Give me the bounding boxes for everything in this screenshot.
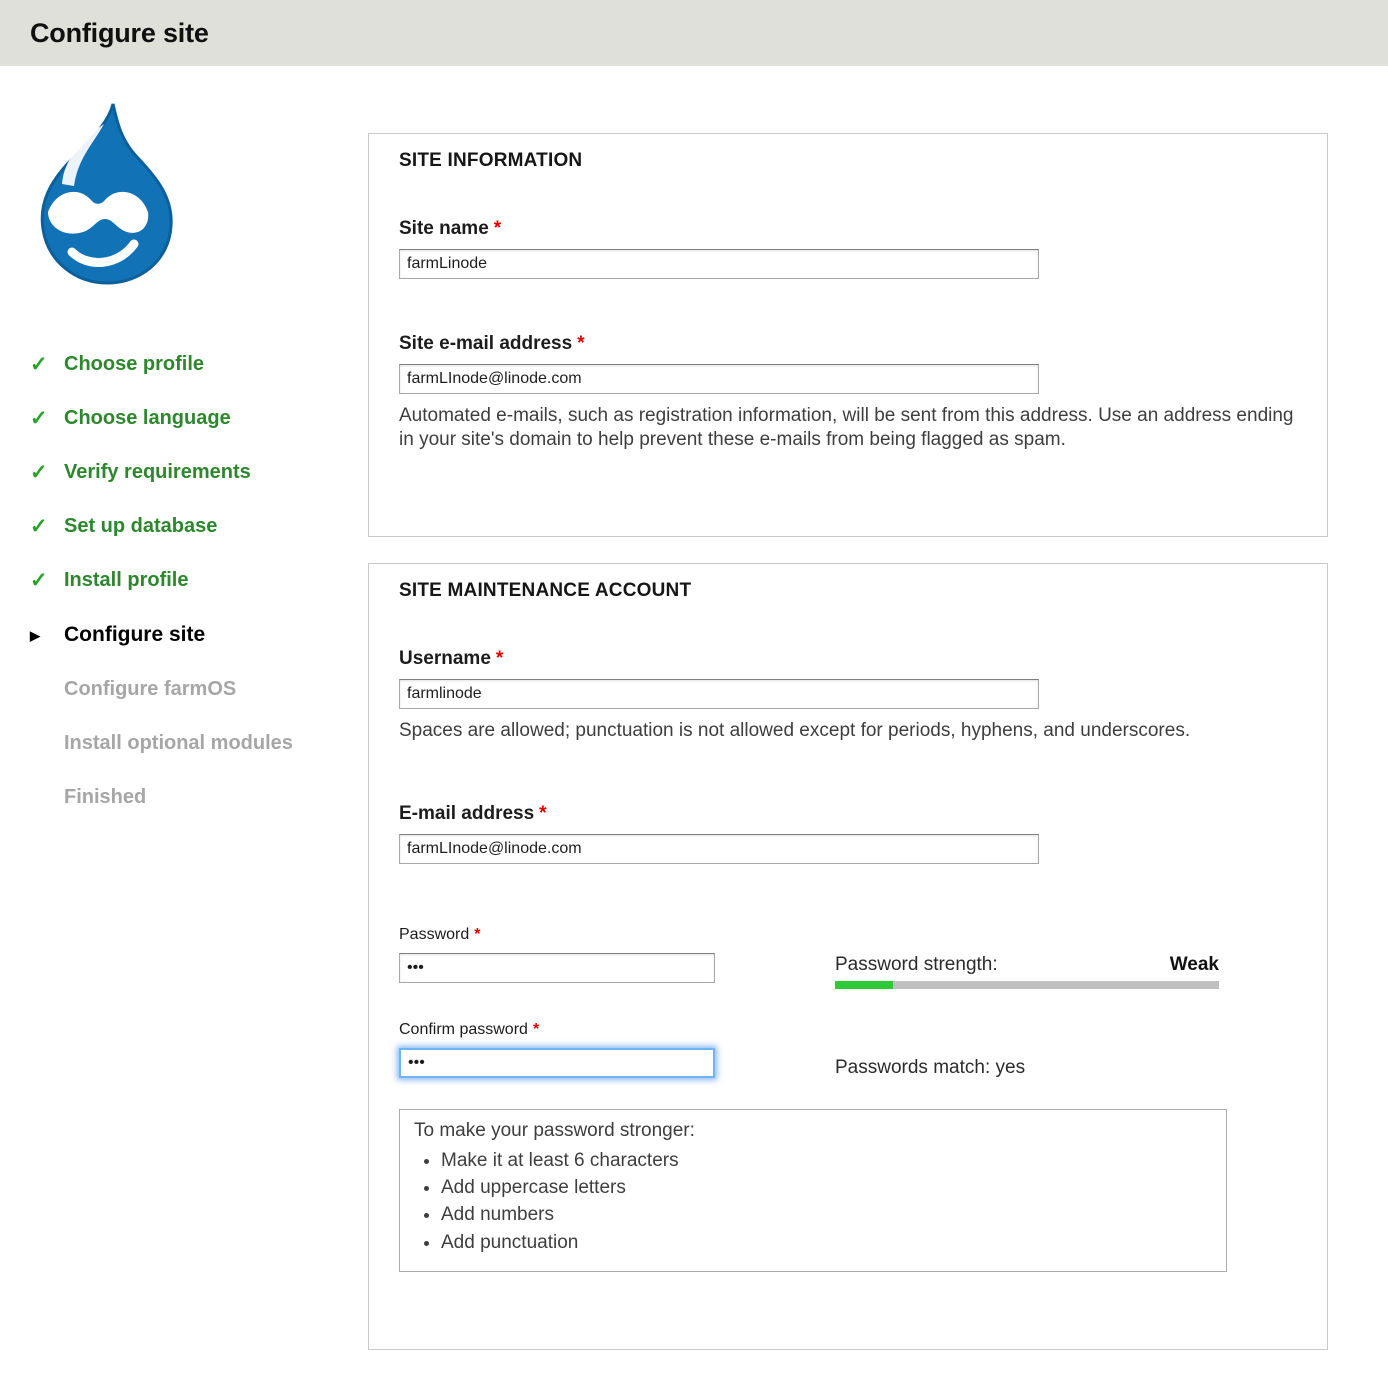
account-email-label: E-mail address* xyxy=(399,803,1297,825)
maintenance-account-heading: SITE MAINTENANCE ACCOUNT xyxy=(399,580,1297,602)
sidebar-item-set-up-database: ✓Set up database xyxy=(30,515,368,538)
password-field: Password* xyxy=(399,926,835,989)
sidebar-item-configure-farmos: Configure farmOS xyxy=(30,678,368,701)
install-sidebar: ✓Choose profile✓Choose language✓Verify r… xyxy=(0,66,368,1382)
password-strength-value: Weak xyxy=(1170,954,1219,976)
username-label: Username* xyxy=(399,648,1297,670)
site-name-field: Site name* xyxy=(399,218,1297,279)
required-asterisk: * xyxy=(539,803,546,824)
confirm-password-label: Confirm password* xyxy=(399,1021,539,1038)
sidebar-item-label: Configure site xyxy=(64,623,205,647)
username-description: Spaces are allowed; punctuation is not a… xyxy=(399,719,1297,743)
password-row: Password* Password strength: Weak xyxy=(399,926,1297,989)
sidebar-item-label: Install profile xyxy=(64,569,188,592)
sidebar-item-install-profile: ✓Install profile xyxy=(30,569,368,592)
passwords-match-indicator: Passwords match: yes xyxy=(835,1021,1219,1079)
passwords-match-value: yes xyxy=(996,1057,1026,1078)
password-strength-label: Password strength: xyxy=(835,954,998,976)
sidebar-item-label: Configure farmOS xyxy=(64,678,236,701)
password-tips-title: To make your password stronger: xyxy=(414,1119,1212,1143)
password-tip-item: Make it at least 6 characters xyxy=(441,1149,1212,1173)
password-tips-list: Make it at least 6 characters Add upperca… xyxy=(414,1149,1212,1255)
required-asterisk: * xyxy=(533,1021,539,1038)
password-input[interactable] xyxy=(399,953,715,983)
arrow-right-icon: ▶ xyxy=(30,629,64,642)
maintenance-account-panel: SITE MAINTENANCE ACCOUNT Username* Space… xyxy=(368,563,1328,1350)
account-email-input[interactable] xyxy=(399,834,1039,864)
confirm-password-input[interactable] xyxy=(399,1048,715,1078)
site-name-label: Site name* xyxy=(399,218,1297,240)
site-information-heading: SITE INFORMATION xyxy=(399,150,1297,172)
password-label: Password* xyxy=(399,926,480,943)
page-title: Configure site xyxy=(30,18,209,49)
site-name-input[interactable] xyxy=(399,249,1039,279)
password-strength-bar xyxy=(835,981,1219,989)
site-email-field: Site e-mail address* Automated e-mails, … xyxy=(399,333,1297,453)
required-asterisk: * xyxy=(577,333,584,354)
sidebar-item-label: Install optional modules xyxy=(64,732,293,755)
check-icon: ✓ xyxy=(30,516,64,537)
install-steps-list: ✓Choose profile✓Choose language✓Verify r… xyxy=(0,353,368,809)
sidebar-item-choose-language: ✓Choose language xyxy=(30,407,368,430)
sidebar-item-label: Choose profile xyxy=(64,353,204,376)
password-strength-indicator: Password strength: Weak xyxy=(835,926,1219,989)
sidebar-item-verify-requirements: ✓Verify requirements xyxy=(30,461,368,484)
page-header: Configure site xyxy=(0,0,1388,66)
content-layout: ✓Choose profile✓Choose language✓Verify r… xyxy=(0,66,1388,1382)
sidebar-item-choose-profile: ✓Choose profile xyxy=(30,353,368,376)
check-icon: ✓ xyxy=(30,570,64,591)
password-strength-bar-fill xyxy=(835,981,893,989)
required-asterisk: * xyxy=(494,218,501,239)
site-information-panel: SITE INFORMATION Site name* Site e-mail … xyxy=(368,133,1328,537)
site-email-input[interactable] xyxy=(399,364,1039,394)
sidebar-item-configure-site: ▶Configure site xyxy=(30,623,368,647)
password-tip-item: Add numbers xyxy=(441,1203,1212,1227)
username-field: Username* Spaces are allowed; punctuatio… xyxy=(399,648,1297,743)
site-email-label: Site e-mail address* xyxy=(399,333,1297,355)
passwords-match-label: Passwords match: xyxy=(835,1057,990,1078)
sidebar-item-install-optional-modules: Install optional modules xyxy=(30,732,368,755)
account-email-field: E-mail address* xyxy=(399,803,1297,864)
password-tip-item: Add punctuation xyxy=(441,1231,1212,1255)
sidebar-item-label: Finished xyxy=(64,786,146,809)
check-icon: ✓ xyxy=(30,354,64,375)
main-content: SITE INFORMATION Site name* Site e-mail … xyxy=(368,133,1328,1382)
required-asterisk: * xyxy=(496,648,503,669)
sidebar-item-label: Set up database xyxy=(64,515,217,538)
drupal-logo-icon xyxy=(20,100,186,296)
site-email-description: Automated e-mails, such as registration … xyxy=(399,404,1297,453)
confirm-password-row: Confirm password* Passwords match: yes xyxy=(399,1021,1297,1079)
sidebar-item-finished: Finished xyxy=(30,786,368,809)
password-tip-item: Add uppercase letters xyxy=(441,1176,1212,1200)
sidebar-item-label: Verify requirements xyxy=(64,461,251,484)
sidebar-item-label: Choose language xyxy=(64,407,231,430)
check-icon: ✓ xyxy=(30,462,64,483)
password-tips-box: To make your password stronger: Make it … xyxy=(399,1109,1227,1272)
check-icon: ✓ xyxy=(30,408,64,429)
confirm-password-field: Confirm password* xyxy=(399,1021,835,1079)
username-input[interactable] xyxy=(399,679,1039,709)
required-asterisk: * xyxy=(474,926,480,943)
